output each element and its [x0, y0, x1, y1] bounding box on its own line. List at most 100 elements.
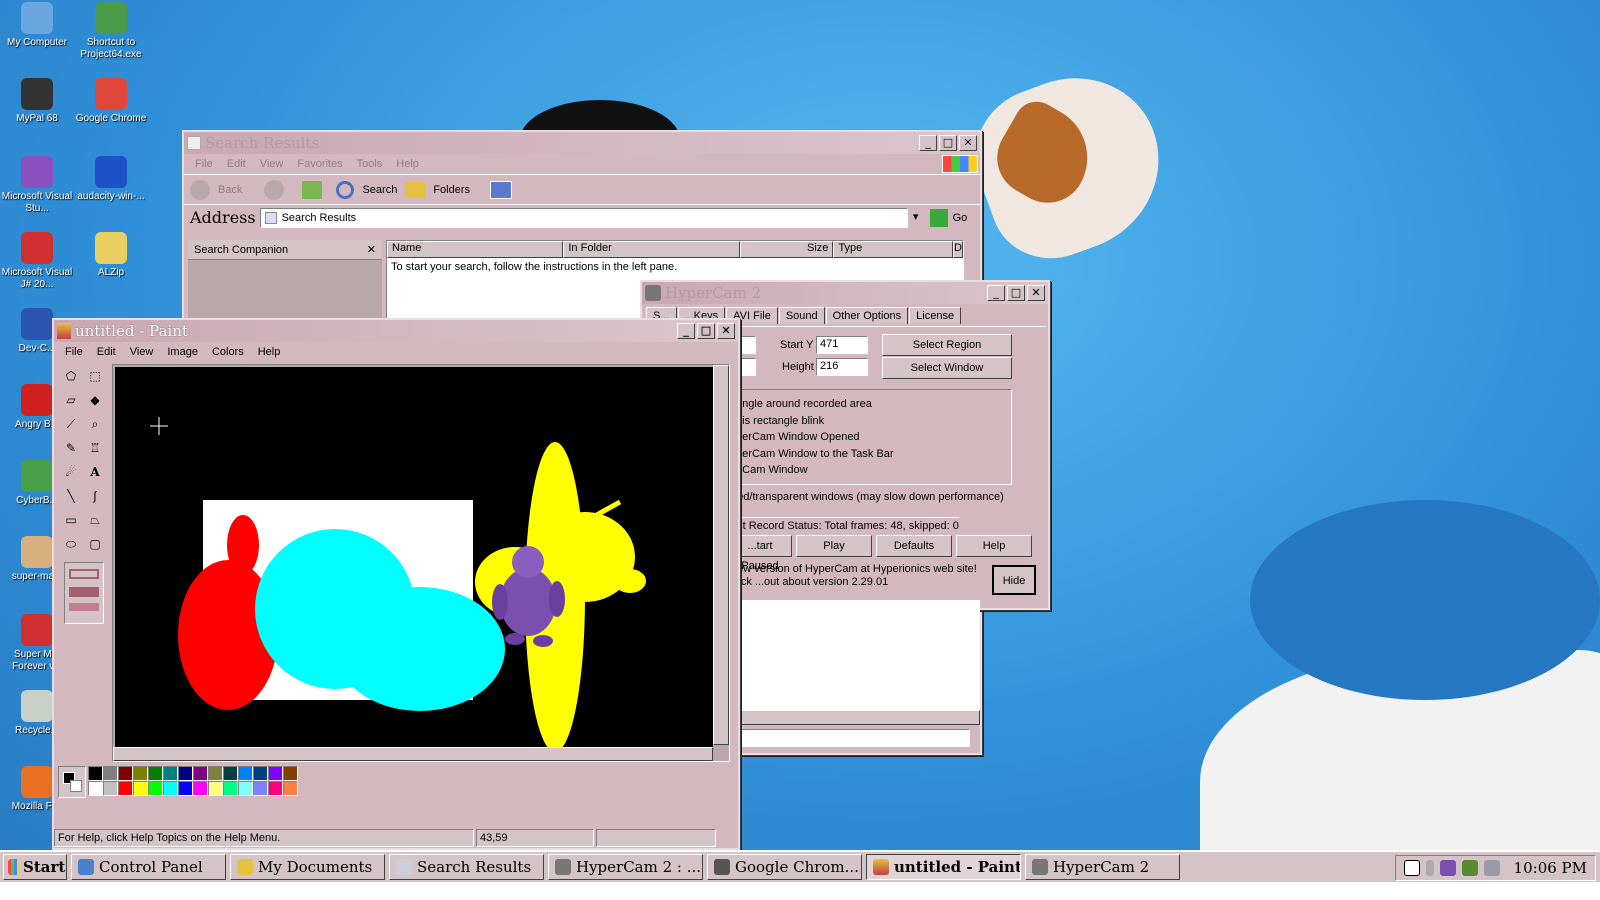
minimize-button[interactable]: _: [987, 285, 1005, 301]
ellipse-icon[interactable]: ⬭: [60, 534, 82, 556]
polygon-icon[interactable]: ⏢: [84, 510, 106, 532]
color-swatch[interactable]: [223, 766, 238, 781]
maximize-button[interactable]: □: [1007, 285, 1025, 301]
volume-tray-icon[interactable]: [1483, 860, 1500, 876]
taskbar-my-documents[interactable]: My Documents: [230, 854, 385, 880]
color-swatch[interactable]: [148, 781, 163, 796]
color-swatch[interactable]: [103, 766, 118, 781]
search-bottom-field[interactable]: [740, 729, 970, 747]
color-swatch[interactable]: [253, 766, 268, 781]
defaults-button[interactable]: Defaults: [876, 535, 952, 557]
back-button[interactable]: Back: [218, 184, 242, 196]
menu-tools[interactable]: Tools: [350, 158, 390, 170]
color-swatch[interactable]: [103, 781, 118, 796]
color-swatch[interactable]: [148, 766, 163, 781]
color-swatch[interactable]: [268, 781, 283, 796]
color-swatch[interactable]: [268, 766, 283, 781]
menu-file[interactable]: File: [58, 346, 90, 358]
column-size[interactable]: Size: [739, 241, 834, 258]
select-window-button[interactable]: Select Window: [882, 357, 1012, 379]
color-swatch[interactable]: [133, 781, 148, 796]
text-tool-icon[interactable]: A: [84, 462, 106, 484]
menu-view[interactable]: View: [253, 158, 291, 170]
color-swatch[interactable]: [223, 781, 238, 796]
color-swatch[interactable]: [118, 781, 133, 796]
minimize-button[interactable]: _: [677, 323, 695, 339]
menu-colors[interactable]: Colors: [205, 346, 251, 358]
desktop-icon[interactable]: ALZip: [74, 232, 148, 279]
help-tray-icon[interactable]: [1403, 860, 1420, 876]
menu-help[interactable]: Help: [389, 158, 426, 170]
color-swatch[interactable]: [283, 781, 298, 796]
tool-options-box[interactable]: [64, 562, 104, 624]
current-colors[interactable]: [58, 766, 86, 798]
select-region-button[interactable]: Select Region: [882, 334, 1012, 356]
option-task-bar[interactable]: ...erCam Window to the Task Bar: [733, 448, 894, 460]
rectangle-icon[interactable]: ▭: [60, 510, 82, 532]
option-window-opened[interactable]: ...erCam Window Opened: [733, 431, 860, 443]
color-swatch[interactable]: [193, 766, 208, 781]
column-in-folder[interactable]: In Folder: [563, 241, 740, 258]
option-cam-window[interactable]: ...Cam Window: [733, 464, 808, 476]
column-date[interactable]: D: [953, 241, 963, 258]
color-swatch[interactable]: [238, 781, 253, 796]
taskbar-hypercam[interactable]: HyperCam 2: [1025, 854, 1180, 880]
tab-sound[interactable]: Sound: [778, 307, 825, 324]
search-hscrollbar[interactable]: [740, 710, 980, 725]
tab-other-options[interactable]: Other Options: [825, 307, 909, 324]
menu-file[interactable]: File: [188, 158, 220, 170]
line-icon[interactable]: ╲: [60, 486, 82, 508]
desktop-icon[interactable]: MyPal 68: [0, 78, 74, 125]
rect-select-icon[interactable]: ⬚: [84, 366, 106, 388]
canvas-vscrollbar[interactable]: [713, 365, 729, 745]
search-glass-icon[interactable]: [336, 180, 355, 199]
eraser-icon[interactable]: ▱: [60, 390, 82, 412]
close-button[interactable]: ✕: [959, 135, 977, 151]
color-swatch[interactable]: [88, 781, 103, 796]
close-button[interactable]: ✕: [1027, 285, 1045, 301]
go-button[interactable]: Go: [953, 212, 968, 224]
desktop-icon[interactable]: My Computer: [0, 2, 74, 49]
color-swatch[interactable]: [88, 766, 103, 781]
brush-icon[interactable]: ♖: [84, 438, 106, 460]
taskbar-google-chrome[interactable]: Google Chrom...: [707, 854, 862, 880]
help-button[interactable]: Help: [956, 535, 1032, 557]
go-arrow-icon[interactable]: [929, 208, 948, 227]
color-swatch[interactable]: [118, 766, 133, 781]
play-button[interactable]: Play: [796, 535, 872, 557]
close-button[interactable]: ✕: [717, 323, 735, 339]
bonzi-tray-icon[interactable]: [1439, 860, 1456, 876]
option-blink[interactable]: ...is rectangle blink: [733, 415, 824, 427]
forward-arrow-icon[interactable]: [264, 179, 285, 200]
column-name[interactable]: Name: [387, 241, 564, 258]
views-icon[interactable]: [490, 180, 513, 199]
option-layered-windows[interactable]: ...ed/transparent windows (may slow down…: [728, 491, 1004, 503]
menu-favorites[interactable]: Favorites: [290, 158, 349, 170]
color-swatch[interactable]: [208, 766, 223, 781]
taskbar-control-panel[interactable]: Control Panel: [71, 854, 226, 880]
height-input[interactable]: 216: [816, 358, 868, 376]
paint-window[interactable]: untitled - Paint _ □ ✕ File Edit View Im…: [52, 318, 740, 850]
hypercam-titlebar[interactable]: HyperCam 2 _ □ ✕: [642, 282, 1048, 304]
news-text[interactable]: ...ew version of HyperCam at Hyperionics…: [728, 563, 988, 589]
search-button[interactable]: Search: [362, 184, 397, 196]
folders-button[interactable]: Folders: [433, 184, 470, 196]
canvas-hscrollbar[interactable]: [113, 747, 713, 761]
desktop-icon[interactable]: Microsoft Visual Stu...: [0, 156, 74, 215]
up-folder-icon[interactable]: [302, 180, 323, 199]
desktop-icon[interactable]: Google Chrome: [74, 78, 148, 125]
taskbar-hypercam-recording[interactable]: HyperCam 2 : ...: [548, 854, 703, 880]
desktop-icon[interactable]: audacity-win-...: [74, 156, 148, 203]
back-arrow-icon[interactable]: [190, 179, 210, 200]
paint-titlebar[interactable]: untitled - Paint _ □ ✕: [54, 320, 738, 342]
alzip-tray-icon[interactable]: [1461, 860, 1478, 876]
companion-close-icon[interactable]: ✕: [367, 243, 382, 256]
folders-icon[interactable]: [405, 181, 426, 198]
color-swatch[interactable]: [208, 781, 223, 796]
pencil-icon[interactable]: ✎: [60, 438, 82, 460]
menu-help[interactable]: Help: [251, 346, 288, 358]
taskbar-paint[interactable]: untitled - Paint: [866, 854, 1021, 880]
start-button[interactable]: Start: [3, 854, 67, 880]
option-rectangle[interactable]: ...ngle around recorded area: [733, 398, 872, 410]
desktop-icon[interactable]: Microsoft Visual J# 20...: [0, 232, 74, 291]
